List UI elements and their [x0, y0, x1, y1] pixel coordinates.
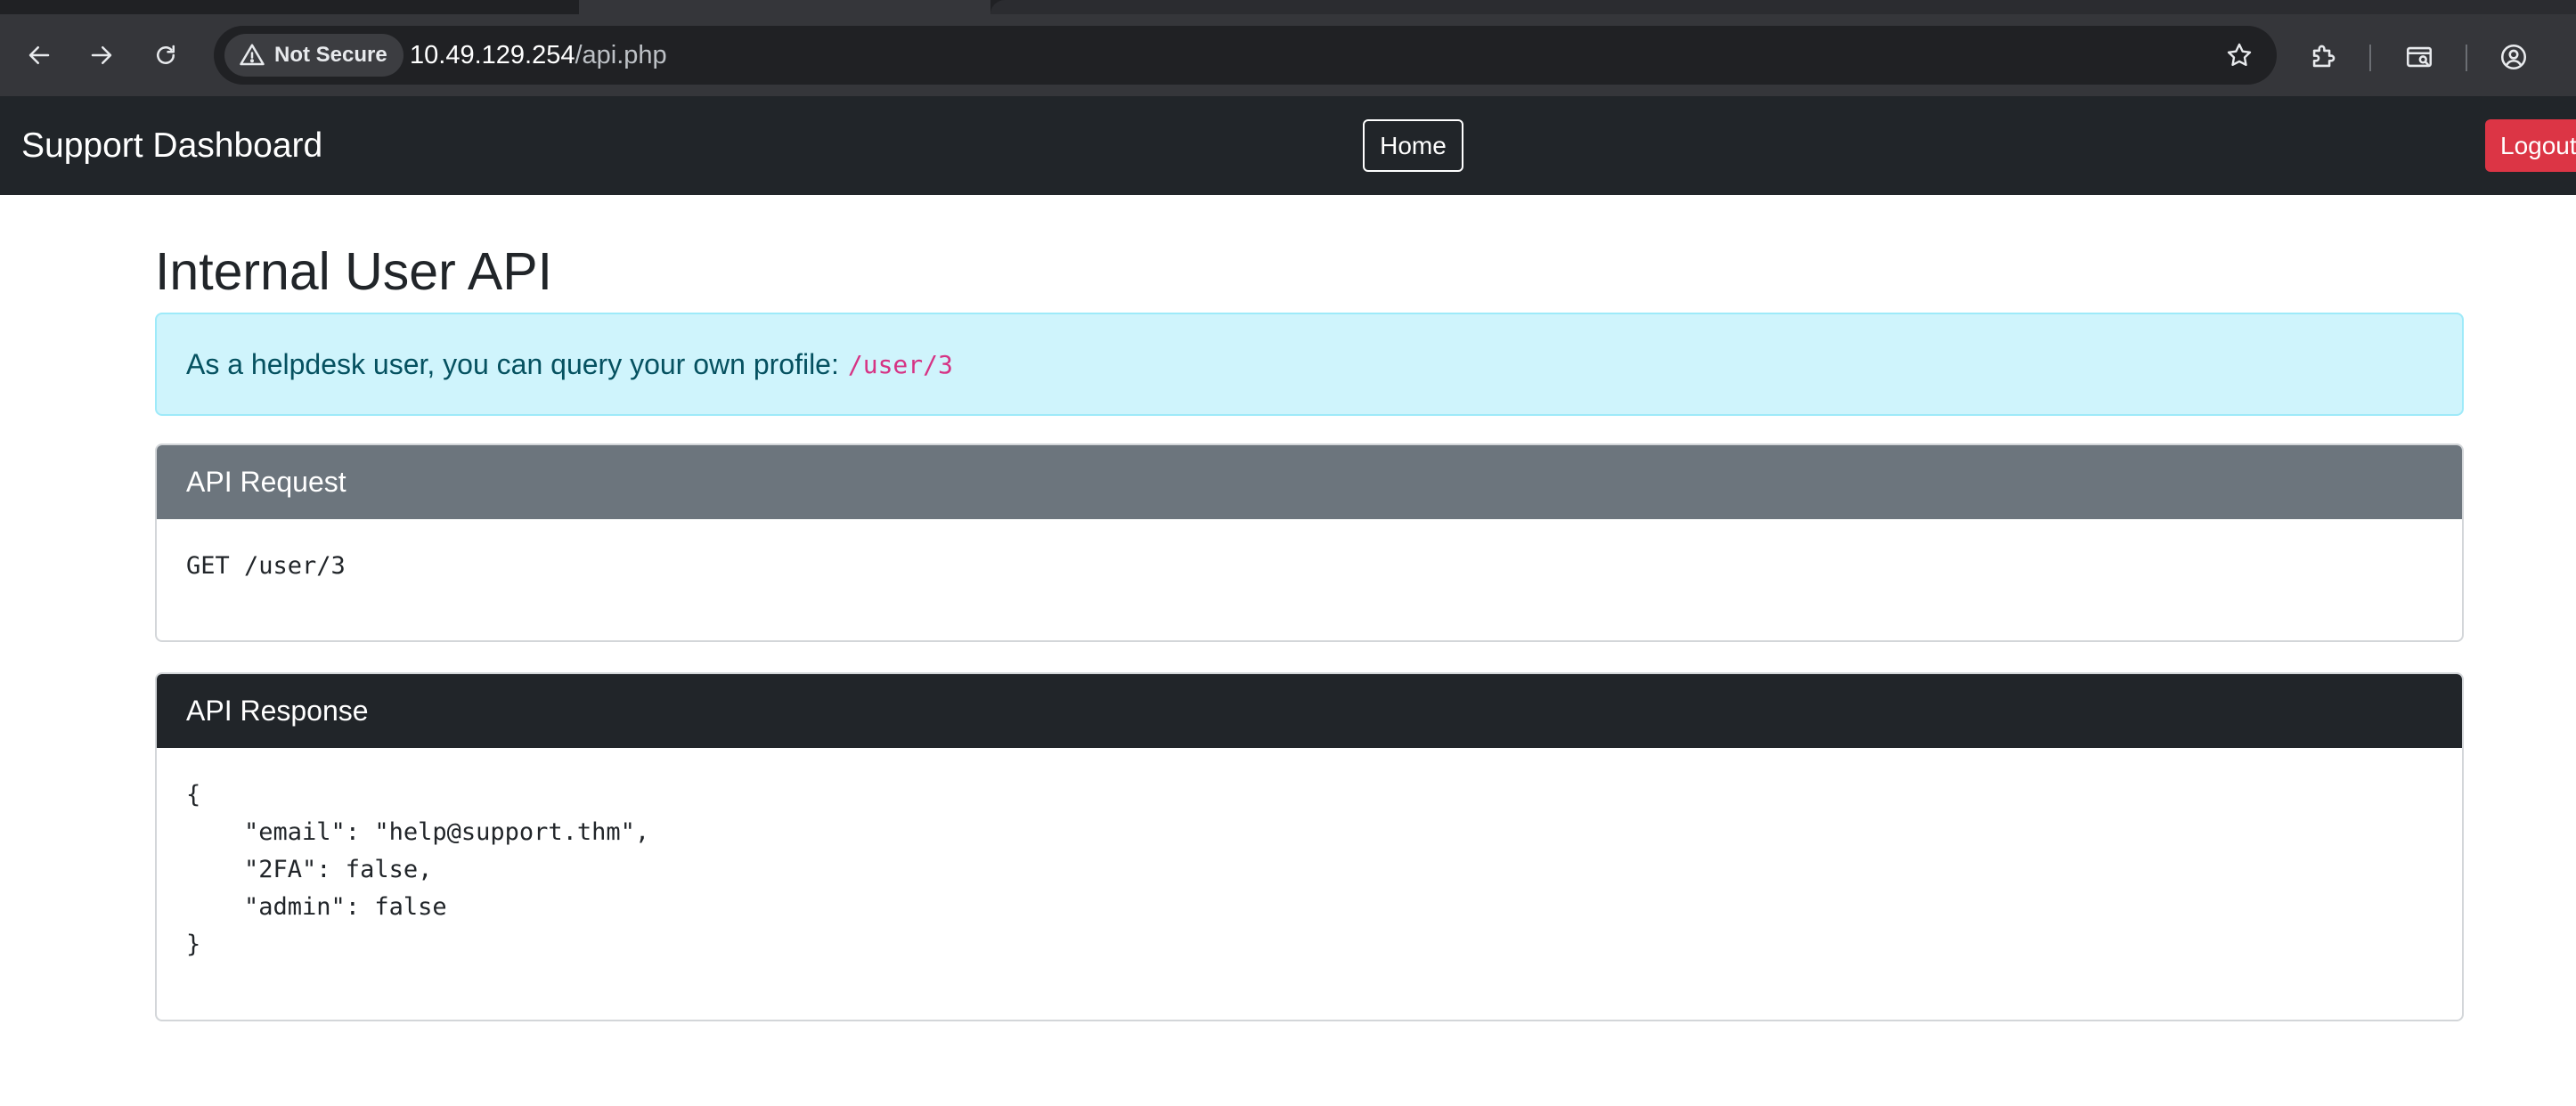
api-response-header: API Response — [157, 674, 2462, 748]
api-response-card: API Response { "email": "help@support.th… — [155, 672, 2464, 1021]
browser-toolbar: Not Secure 10.49.129.254/api.php — [0, 14, 2576, 96]
security-chip[interactable]: Not Secure — [224, 34, 404, 77]
forward-icon[interactable] — [84, 37, 119, 73]
api-request-text: GET /user/3 — [186, 552, 346, 580]
api-request-header: API Request — [157, 445, 2462, 519]
browser-tab-active[interactable] — [579, 0, 990, 14]
warning-triangle-icon — [240, 44, 265, 66]
security-label: Not Secure — [274, 43, 387, 67]
browser-tab-inactive[interactable] — [990, 0, 2576, 14]
puzzle-icon[interactable] — [2303, 37, 2343, 77]
page-title: Internal User API — [155, 242, 552, 301]
main-container: Internal User API As a helpdesk user, yo… — [155, 195, 2464, 1021]
profile-icon[interactable] — [2494, 37, 2533, 77]
home-button[interactable]: Home — [1363, 119, 1463, 172]
address-bar[interactable]: Not Secure 10.49.129.254/api.php — [214, 26, 2277, 85]
toolbar-divider — [2466, 45, 2467, 71]
api-response-json: { "email": "help@support.thm", "2FA": fa… — [186, 781, 650, 958]
api-response-body: { "email": "help@support.thm", "2FA": fa… — [157, 748, 2462, 992]
info-endpoint-code: /user/3 — [847, 349, 953, 379]
api-request-card: API Request GET /user/3 — [155, 443, 2464, 642]
star-icon[interactable] — [2221, 37, 2257, 73]
info-text: As a helpdesk user, you can query your o… — [186, 347, 839, 380]
reload-icon[interactable] — [148, 37, 183, 73]
url-host: 10.49.129.254 — [410, 40, 575, 69]
toolbar-divider — [2369, 45, 2371, 71]
info-alert: As a helpdesk user, you can query your o… — [155, 313, 2464, 416]
brand-title[interactable]: Support Dashboard — [21, 96, 322, 195]
site-navbar: Support Dashboard Home Logout — [0, 96, 2576, 195]
back-icon[interactable] — [21, 37, 57, 73]
url-text[interactable]: 10.49.129.254/api.php — [410, 26, 667, 85]
api-request-body: GET /user/3 — [157, 519, 2462, 614]
tab-search-icon[interactable] — [2400, 37, 2439, 77]
browser-tabstrip — [0, 0, 2576, 14]
logout-button[interactable]: Logout — [2485, 119, 2576, 172]
url-path: /api.php — [575, 40, 667, 69]
